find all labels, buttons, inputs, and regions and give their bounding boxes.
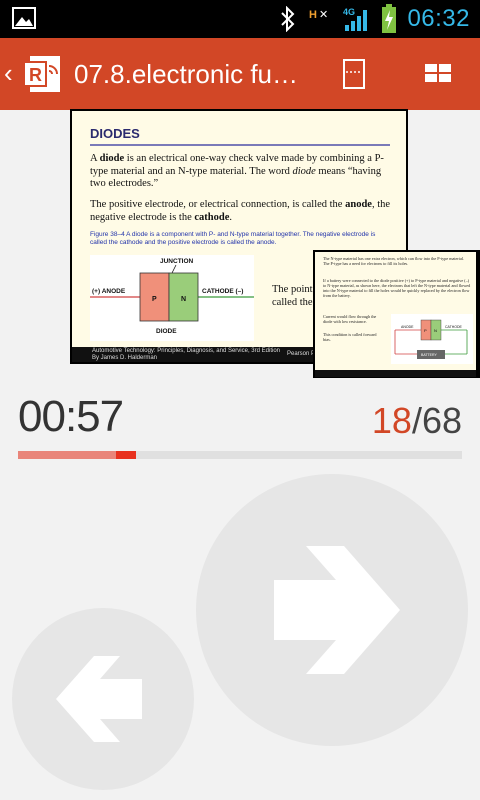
slide-counter: 18/68 [372,400,462,442]
next-slide-text-2: If a battery were connected to the diode… [323,278,471,298]
mini-battery-label: BATTERY [421,353,437,357]
bluetooth-icon [281,6,295,32]
previous-slide-button[interactable] [12,608,194,790]
mini-n-label: N [434,328,437,333]
mini-p-label: P [424,328,427,333]
next-slide-text-4: This condition is called forward bias. [323,332,377,342]
slide-grid-icon[interactable] [420,56,456,92]
elapsed-timer: 00:57 [18,392,124,441]
cathode-label: CATHODE (–) [202,288,243,295]
clock: 06:32 [407,5,470,32]
status-icons: H ✕ 4G 06:32 [279,0,470,38]
n-label: N [181,296,186,303]
status-bar: H ✕ 4G 06:32 [0,0,480,38]
slide-paragraph-2: The positive electrode, or electrical co… [90,199,391,223]
heading-rule [90,144,390,146]
next-slide-page: The N-type material has one extra electr… [315,252,476,370]
total-slide-count: 68 [421,400,462,441]
svg-text:R: R [29,65,42,85]
current-slide-number: 18 [371,400,412,441]
next-slide-text-3: Current would flow through the diode wit… [323,314,377,324]
chevron-left-icon[interactable]: ‹ [4,58,13,88]
battery-charging-icon [382,4,397,33]
junction-label: JUNCTION [160,258,194,265]
p-label: P [152,296,157,303]
svg-text:4G: 4G [343,7,355,17]
arrow-left-icon [56,656,142,742]
next-slide-text-1: The N-type material has one extra electr… [323,256,465,266]
notes-icon[interactable] [336,56,372,92]
slide-heading: DIODES [90,126,140,141]
slide-paragraph-1: A diode is an electrical one-way check v… [90,153,384,189]
progress-fill [18,451,116,459]
next-slide-footer [315,370,476,377]
anode-label: (+) ANODE [92,288,126,295]
progress-marker [116,451,136,459]
vibrate-off-icon: H ✕ [309,9,328,21]
slide-counter-separator: / [411,400,422,441]
figure-caption: Figure 38–4 A diode is a component with … [90,231,376,246]
arrow-right-icon [274,546,400,674]
diode-label: DIODE [156,328,177,335]
next-slide-button[interactable] [196,474,468,746]
next-slide-preview[interactable]: The N-type material has one extra electr… [313,250,480,378]
app-bar: ‹ R 07.8.electronic fu… [0,38,480,110]
gallery-icon [12,7,36,29]
presentation-title: 07.8.electronic fu… [74,59,299,89]
powerpoint-broadcast-icon[interactable]: R [22,52,66,96]
mini-anode-label: ANODE [401,325,414,329]
mini-cathode-label: CATHODE [445,325,463,329]
svg-text:H: H [309,9,317,21]
forward-bias-diagram: ANODE CATHODE P N BATTERY [391,314,473,364]
signal-4g-icon: 4G [343,7,368,31]
slide-progress-bar [18,451,462,459]
svg-text:✕: ✕ [319,9,328,21]
